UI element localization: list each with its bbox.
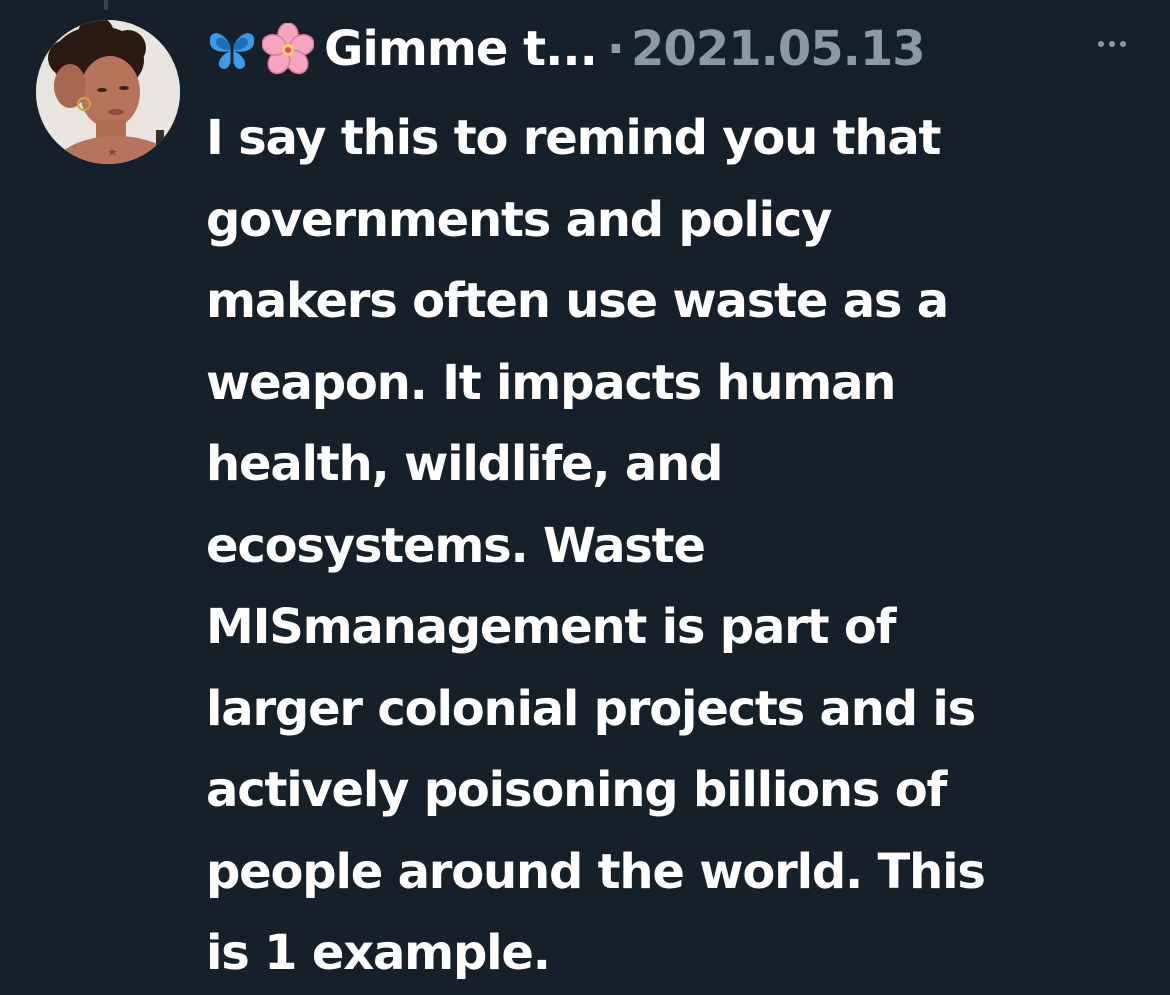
tweet-text: I say this to remind you that government…: [206, 98, 1146, 995]
more-horizontal-icon: [1098, 41, 1104, 47]
header-separator: ·: [606, 21, 626, 77]
tweet-text-line: health, wildlife, and: [206, 436, 723, 492]
tweet-text-line: is 1 example.: [206, 925, 551, 981]
timestamp[interactable]: 2021.05.13: [631, 21, 926, 77]
tweet-text-line: MISmanagement is part of: [206, 599, 897, 655]
display-name[interactable]: Gimme t...: [324, 21, 598, 77]
tweet-text-line: people around the world. This: [206, 843, 986, 900]
butterfly-icon: [206, 23, 258, 75]
thread-connector-line: [104, 0, 108, 10]
more-dot: [1120, 41, 1126, 47]
more-options-button[interactable]: [1084, 24, 1140, 64]
tweet-text-line: weapon. It impacts human: [206, 354, 896, 411]
tweet-text-line: I say this to remind you that: [206, 110, 941, 166]
cherry-blossom-icon: [261, 22, 315, 75]
tweet-text-line: makers often use waste as a: [206, 273, 949, 329]
more-dot: [1109, 41, 1115, 47]
tweet-text-line: governments and policy: [206, 191, 832, 248]
avatar-image: [36, 20, 180, 164]
tweet-text-line: larger colonial projects and is: [206, 680, 976, 737]
tweet-text-line: ecosystems. Waste: [206, 517, 706, 574]
tweet-header: Gimme t... · 2021.05.13: [206, 14, 1140, 84]
tweet-text-line: actively poisoning billions of: [206, 762, 947, 818]
avatar[interactable]: [36, 20, 180, 164]
